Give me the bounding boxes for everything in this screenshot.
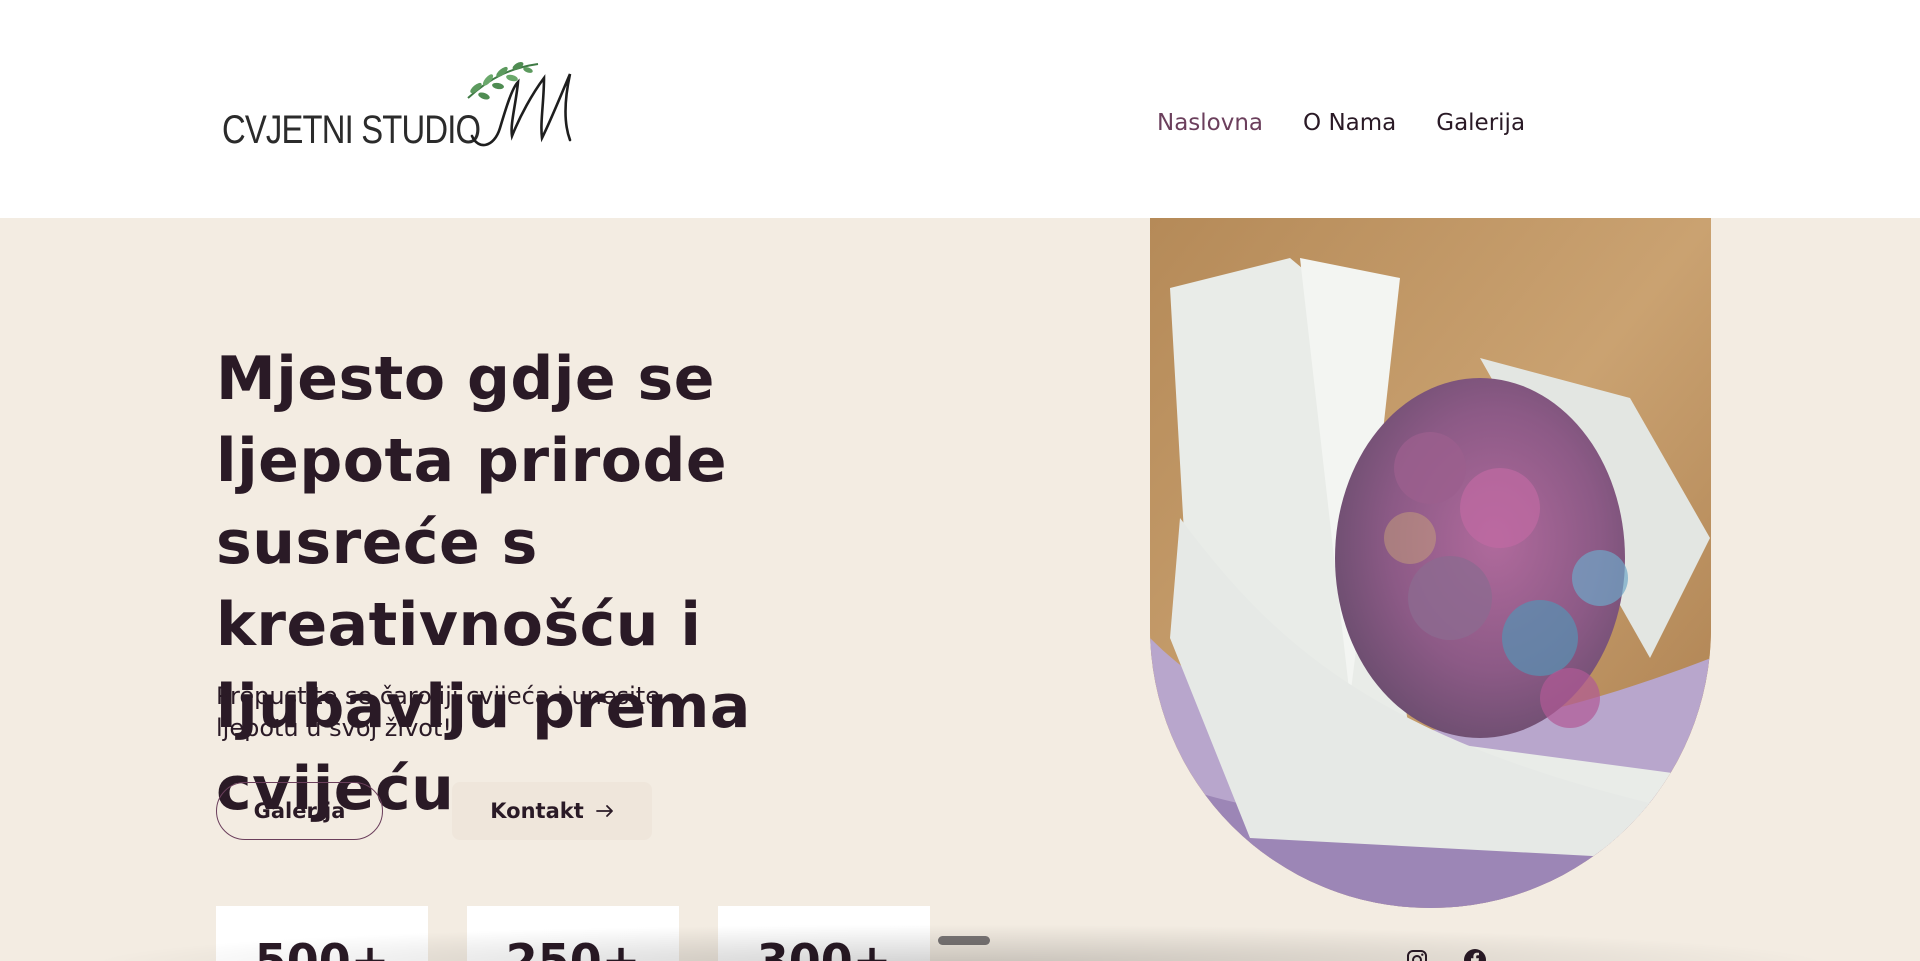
logo-text: CVJETNI STUDIO	[222, 108, 481, 152]
stat-value: 300+	[756, 934, 892, 961]
nav-item-galerija[interactable]: Galerija	[1436, 110, 1525, 136]
site-header: CVJETNI STUDIO Naslovna O Nama Galerija	[0, 0, 1920, 218]
stats-row: 500+ 250+ 300+	[216, 906, 930, 961]
kontakt-button[interactable]: Kontakt	[452, 782, 652, 840]
monogram-logo-icon	[467, 62, 572, 147]
hero-subtitle: Prepustite se čaroliji cvijeća i unesite…	[216, 682, 660, 742]
nav-item-o-nama[interactable]: O Nama	[1303, 110, 1396, 136]
galerija-button[interactable]: Galerija	[216, 782, 383, 840]
main-nav: Naslovna O Nama Galerija	[1157, 110, 1525, 136]
hero-bouquet-image	[1150, 218, 1711, 908]
nav-item-naslovna[interactable]: Naslovna	[1157, 110, 1263, 136]
stat-card: 500+	[216, 906, 428, 961]
logo[interactable]: CVJETNI STUDIO	[220, 58, 580, 158]
scroll-indicator[interactable]	[938, 936, 990, 945]
stat-card: 300+	[718, 906, 930, 961]
stat-value: 500+	[254, 934, 390, 961]
facebook-icon[interactable]	[1463, 948, 1487, 961]
hero-section: Mjesto gdje se ljepota prirode susreće s…	[0, 218, 1920, 961]
stat-value: 250+	[505, 934, 641, 961]
hero-title: Mjesto gdje se ljepota prirode susreće s…	[216, 344, 751, 824]
galerija-button-label: Galerija	[253, 799, 346, 823]
kontakt-button-label: Kontakt	[490, 799, 584, 823]
social-links	[1405, 948, 1487, 961]
stat-card: 250+	[467, 906, 679, 961]
instagram-icon[interactable]	[1405, 948, 1429, 961]
arrow-right-icon	[595, 805, 613, 817]
